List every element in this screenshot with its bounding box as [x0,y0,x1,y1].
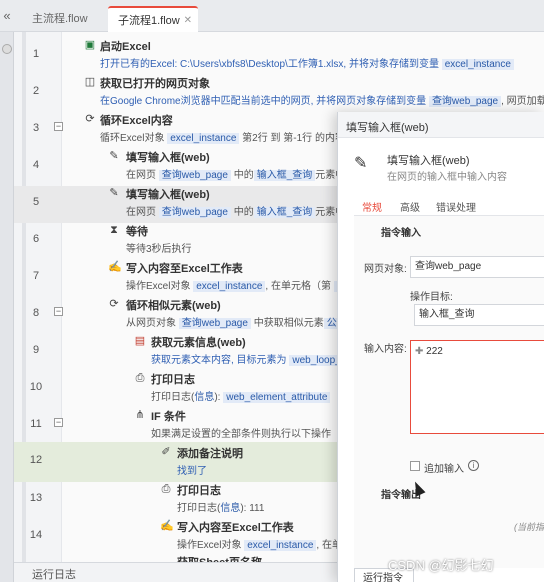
log-icon: ⎙ [161,483,171,495]
step-title: 填写输入框(web) [126,152,210,164]
line-number: 9 [32,344,40,356]
step-title: 写入内容至Excel工作表 [126,263,243,275]
append-checkbox[interactable] [410,461,420,471]
append-label: 追加输入 [424,464,464,475]
input-icon: ✎ [109,187,119,199]
watermark: CSDN @幻影七幻 [388,558,494,573]
left-panel-strip [0,32,14,582]
command-name: 填写输入框(web) [387,155,470,167]
step-desc: 从网页对象 查询web_page 中获取相似元素公司_ [126,314,356,329]
tab-label: 子流程1.flow [118,15,180,27]
output-note: (当前指 [514,522,544,532]
step-desc: 在Google Chrome浏览器中匹配当前选中的网页, 并将网页对象存储到变量… [100,96,544,107]
line-number: 11 [30,418,42,430]
dialog-title: 填写输入框(web) [346,122,429,134]
dialog-header[interactable]: 填写输入框(web) [338,112,544,138]
flow-step[interactable]: 2 ◫ 获取已打开的网页对象 在Google Chrome浏览器中匹配当前选中的… [14,75,544,112]
collapse-toggle[interactable]: − [54,307,63,316]
hourglass-icon: ⧗ [110,224,118,236]
comment-icon: ✐ [161,446,171,458]
line-number: 6 [32,233,40,245]
info-icon[interactable]: i [468,460,479,471]
step-title: 启动Excel [100,41,151,53]
step-title: IF 条件 [151,411,186,423]
step-desc: 在网页 查询web_page 中的输入框_查询元素中输入 [126,203,365,218]
step-desc: 操作Excel对象 excel_instance, 在单元格（第 lo [126,277,348,292]
content-field[interactable]: ✚ 222 [410,340,544,434]
loop-elements-icon: ⟳ [109,298,119,310]
dialog-body: 指令输入 网页对象: 查询web_page 操作目标: 输入框_查询 输入内容:… [354,216,544,568]
step-title: 等待 [126,226,148,238]
run-log-tab[interactable]: 运行日志 [32,566,76,582]
line-number: 12 [29,454,43,466]
step-desc: 打印日志(信息): web_element_attribute [151,388,331,403]
loop-icon: ⟳ [85,113,95,125]
page-object-label: 网页对象: [364,264,407,275]
step-title: 获取Sheet页名称 [177,554,262,562]
step-desc: 打开已有的Excel: C:\Users\xbfs8\Desktop\工作簿1.… [100,55,514,70]
tab-advanced[interactable]: 高级 [400,199,420,214]
line-number: 4 [32,159,40,171]
step-desc: 在网页 查询web_page 中的输入框_查询元素中输入 [126,166,365,181]
panel-toggle-icon[interactable] [2,44,12,54]
step-desc: 打印日志(信息): 111 [177,503,265,514]
page-object-field[interactable]: 查询web_page [410,256,544,278]
step-title: 循环Excel内容 [100,115,173,127]
line-number: 13 [29,492,43,504]
collapse-icon[interactable]: « [0,8,14,24]
step-desc: 如果满足设置的全部条件则执行以下操作 [151,429,331,440]
plus-icon: ✚ [415,346,427,357]
close-icon[interactable]: ✕ [184,8,192,34]
excel-icon: ▣ [84,39,96,51]
collapse-toggle[interactable]: − [54,418,63,427]
step-title: 添加备注说明 [177,448,243,460]
dialog-tabs: 常规 高级 错误处理 [354,196,544,219]
line-number: 7 [32,270,40,282]
step-title: 获取元素信息(web) [151,337,246,349]
step-title: 填写输入框(web) [126,189,210,201]
step-desc: 找到了 [177,466,207,477]
if-condition-icon: ⋔ [135,409,145,421]
line-number: 14 [29,529,43,541]
input-box-icon: ✎ [354,155,368,172]
step-desc: 获取元素文本内容, 目标元素为 web_loop_el [151,351,352,366]
line-number: 10 [29,381,43,393]
bottom-panel: 运行日志 [14,562,354,582]
write-excel-icon: ✍ [160,520,174,532]
line-number: 1 [32,48,40,60]
tab-sub-flow[interactable]: 子流程1.flow ✕ [108,6,198,32]
step-title: 循环相似元素(web) [126,300,221,312]
step-desc: 等待3秒后执行 [126,244,192,255]
step-title: 写入内容至Excel工作表 [177,522,294,534]
browser-icon: ◫ [84,76,96,88]
flow-step[interactable]: 1 ▣ 启动Excel 打开已有的Excel: C:\Users\xbfs8\D… [14,38,544,75]
target-label: 操作目标: [410,292,453,303]
step-title: 打印日志 [151,374,195,386]
element-info-icon: ▤ [134,335,146,347]
line-number: 3 [32,122,40,134]
section-input: 指令输入 [381,228,421,239]
content-value: 222 [426,346,443,357]
tab-error-handling[interactable]: 错误处理 [436,199,476,214]
log-icon: ⎙ [135,372,145,384]
fill-input-dialog: 填写输入框(web) ✎ 填写输入框(web) 在网页的输入框中输入内容 常规 … [337,112,544,582]
line-number: 8 [32,307,40,319]
content-label: 输入内容: [364,344,407,355]
step-title: 获取已打开的网页对象 [100,78,210,90]
step-title: 打印日志 [177,485,221,497]
collapse-toggle[interactable]: − [54,122,63,131]
input-icon: ✎ [109,150,119,162]
tab-main-flow[interactable]: 主流程.flow [22,6,110,32]
line-number: 5 [32,196,40,208]
tab-bar: « 主流程.flow 子流程1.flow ✕ [0,0,544,32]
step-desc: 循环Excel对象 excel_instance 第2行 到 第-1行 的内容 [100,133,345,144]
target-field[interactable]: 输入框_查询 [414,304,544,326]
command-subtitle: 在网页的输入框中输入内容 [387,172,507,183]
step-desc: 操作Excel对象 excel_instance, 在单 [177,540,342,551]
tab-label: 主流程.flow [32,13,88,25]
line-number: 2 [32,85,40,97]
write-excel-icon: ✍ [108,261,122,273]
